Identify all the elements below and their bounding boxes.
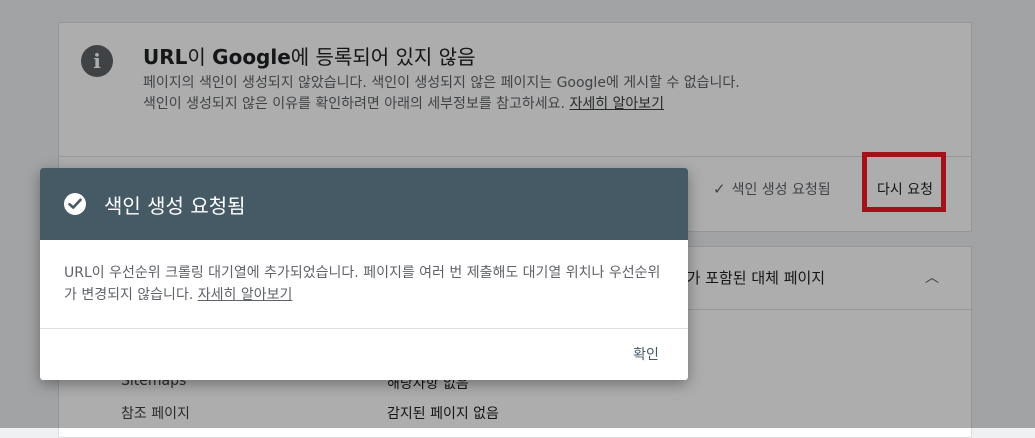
dialog-learn-more-link[interactable]: 자세히 알아보기 (198, 287, 293, 303)
indexing-requested-dialog: 색인 생성 요청됨 URL이 우선순위 크롤링 대기열에 추가되었습니다. 페이… (40, 168, 688, 380)
dialog-body: URL이 우선순위 크롤링 대기열에 추가되었습니다. 페이지를 여러 번 제출… (64, 262, 664, 306)
dialog-body-text: URL이 우선순위 크롤링 대기열에 추가되었습니다. 페이지를 여러 번 제출… (64, 265, 661, 303)
check-circle-icon (64, 193, 86, 215)
dialog-title: 색인 생성 요청됨 (104, 194, 246, 218)
dialog-divider (40, 328, 688, 329)
confirm-button[interactable]: 확인 (620, 340, 672, 370)
dialog-header: 색인 생성 요청됨 (40, 168, 688, 240)
